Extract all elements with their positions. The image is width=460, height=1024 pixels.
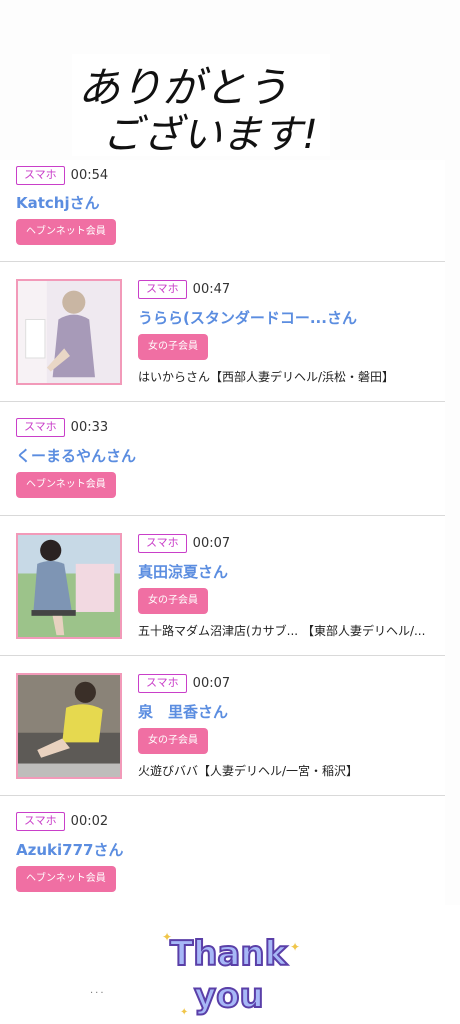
thank-you-header-image: ありがとう ございます!: [72, 54, 330, 156]
badge-row: スマホ 00:07: [138, 674, 230, 693]
visit-time: 00:54: [70, 168, 109, 183]
badge-row: スマホ 00:54: [16, 166, 108, 185]
avatar[interactable]: [16, 533, 122, 639]
thanks-line1: ありがとう: [78, 63, 288, 112]
you-word: you: [194, 976, 264, 1016]
badge-row: スマホ 00:07: [138, 534, 230, 553]
visitor-name[interactable]: Azuki777さん: [16, 839, 123, 860]
visitor-name[interactable]: 真田涼夏さん: [138, 561, 228, 582]
device-badge: スマホ: [138, 534, 187, 553]
list-item[interactable]: スマホ 00:07 泉 里香さん 女の子会員 火遊びババ【人妻デリヘル/一宮・稲…: [0, 656, 445, 796]
list-item[interactable]: スマホ 00:47 うらら(スタンダードコー...さん 女の子会員 はいからさん…: [0, 262, 445, 402]
member-type-button[interactable]: 女の子会員: [138, 588, 208, 614]
member-type-button[interactable]: 女の子会員: [138, 728, 208, 754]
handwritten-thanks-graphic: ありがとう ございます!: [78, 63, 318, 156]
visitor-list: スマホ 00:54 Katchjさん ヘブンネット会員 スマホ 00:47 うら…: [0, 160, 445, 906]
device-badge: スマホ: [16, 812, 65, 831]
member-type-button[interactable]: 女の子会員: [138, 334, 208, 360]
sparkle-icon: ✦: [162, 930, 172, 944]
portrait-image: [18, 535, 120, 637]
device-badge: スマホ: [16, 166, 65, 185]
device-badge: スマホ: [16, 418, 65, 437]
dots-text: ...: [90, 985, 106, 996]
footer: ... Thank you ✦ ✦ ✦: [0, 905, 460, 1024]
sparkle-icon: ✦: [290, 940, 300, 954]
visit-time: 00:47: [192, 282, 231, 297]
page: ありがとう ございます! スマホ 00:54 Katchjさん ヘブンネット会員: [0, 0, 460, 1024]
list-item[interactable]: スマホ 00:33 くーまるやんさん ヘブンネット会員: [0, 402, 445, 516]
member-type-button[interactable]: ヘブンネット会員: [16, 866, 116, 892]
visitor-name[interactable]: Katchjさん: [16, 192, 100, 213]
device-badge: スマホ: [138, 674, 187, 693]
badge-row: スマホ 00:02: [16, 812, 108, 831]
visit-time: 00:02: [70, 814, 109, 829]
shop-name[interactable]: はいからさん【西部人妻デリヘル/浜松・磐田】: [138, 368, 444, 385]
device-badge: スマホ: [138, 280, 187, 299]
avatar[interactable]: [16, 673, 122, 779]
thank-word: Thank: [170, 934, 289, 974]
thank-you-graphic: Thank you ✦ ✦ ✦: [162, 930, 300, 1018]
portrait-image: [18, 281, 120, 383]
thank-you-sticker: Thank you ✦ ✦ ✦: [160, 921, 310, 1019]
visitor-name[interactable]: うらら(スタンダードコー...さん: [138, 307, 357, 328]
list-item[interactable]: スマホ 00:02 Azuki777さん ヘブンネット会員: [0, 796, 445, 906]
visit-time: 00:07: [192, 676, 231, 691]
shop-name[interactable]: 火遊びババ【人妻デリヘル/一宮・稲沢】: [138, 762, 444, 779]
thanks-line2: ございます!: [102, 112, 318, 156]
visitor-name[interactable]: くーまるやんさん: [16, 445, 136, 466]
visitor-name[interactable]: 泉 里香さん: [138, 701, 228, 722]
portrait-image: [18, 675, 120, 777]
visit-time: 00:07: [192, 536, 231, 551]
member-type-button[interactable]: ヘブンネット会員: [16, 472, 116, 498]
member-type-button[interactable]: ヘブンネット会員: [16, 219, 116, 245]
visit-time: 00:33: [70, 420, 109, 435]
badge-row: スマホ 00:47: [138, 280, 230, 299]
list-item[interactable]: スマホ 00:07 真田涼夏さん 女の子会員 五十路マダム沼津店(カサブ... …: [0, 516, 445, 656]
shop-name[interactable]: 五十路マダム沼津店(カサブ... 【東部人妻デリヘル/...: [138, 622, 444, 639]
badge-row: スマホ 00:33: [16, 418, 108, 437]
list-item[interactable]: スマホ 00:54 Katchjさん ヘブンネット会員: [0, 160, 445, 262]
avatar[interactable]: [16, 279, 122, 385]
sparkle-icon: ✦: [180, 1007, 188, 1018]
